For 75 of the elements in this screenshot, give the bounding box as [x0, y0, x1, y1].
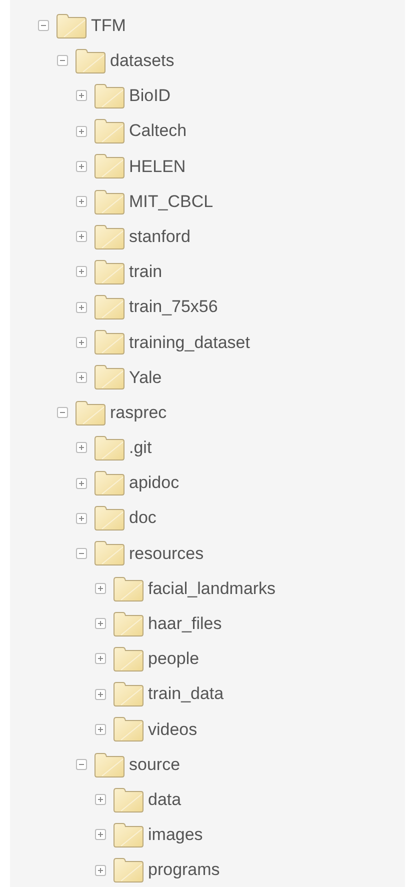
expand-toggle[interactable] — [76, 478, 87, 489]
folder-icon — [113, 576, 144, 602]
expand-toggle[interactable] — [95, 583, 106, 594]
collapse-toggle[interactable] — [76, 548, 87, 559]
folder-icon — [94, 188, 125, 215]
expand-toggle[interactable] — [76, 336, 87, 348]
folder-name[interactable]: rasprec — [110, 400, 167, 426]
folder-icon — [113, 857, 144, 884]
expand-toggle[interactable] — [76, 512, 87, 524]
folder-icon — [94, 329, 125, 356]
folder-name[interactable]: people — [148, 646, 200, 672]
folder-name[interactable]: train_75x56 — [129, 294, 218, 320]
collapse-toggle[interactable] — [76, 759, 87, 770]
folder-name[interactable]: Yale — [129, 364, 162, 390]
expand-toggle[interactable] — [76, 196, 87, 208]
expand-toggle[interactable] — [95, 794, 106, 806]
folder-icon — [113, 786, 144, 813]
folder-name[interactable]: facial_landmarks — [148, 576, 276, 602]
folder-icon — [94, 118, 125, 144]
folder-name[interactable]: HELEN — [129, 154, 186, 180]
folder-name[interactable]: train — [129, 259, 162, 285]
folder-name[interactable]: source — [129, 752, 180, 778]
expand-toggle[interactable] — [95, 688, 106, 700]
folder-name[interactable]: datasets — [110, 48, 174, 74]
folder-icon — [94, 505, 125, 532]
expand-toggle[interactable] — [95, 864, 106, 876]
folder-name[interactable]: MIT_CBCL — [129, 188, 214, 214]
folder-icon — [113, 610, 144, 637]
folder-name[interactable]: resources — [129, 540, 204, 566]
folder-name[interactable]: doc — [129, 505, 156, 531]
folder-icon — [94, 470, 125, 496]
folder-icon — [94, 752, 125, 778]
folder-icon — [56, 12, 87, 39]
folder-icon — [75, 400, 106, 426]
expand-toggle[interactable] — [76, 302, 87, 313]
folder-name[interactable]: Caltech — [129, 118, 187, 144]
folder-icon — [94, 153, 125, 180]
expand-toggle[interactable] — [76, 231, 87, 242]
collapse-toggle[interactable] — [57, 55, 68, 66]
folder-name[interactable]: apidoc — [129, 470, 180, 496]
folder-icon — [94, 434, 125, 461]
folder-name[interactable]: data — [148, 786, 182, 812]
folder-icon — [75, 48, 106, 74]
expand-toggle[interactable] — [76, 442, 87, 454]
folder-icon — [94, 364, 125, 390]
folder-name[interactable]: train_data — [148, 681, 224, 707]
folder-name[interactable]: videos — [148, 716, 198, 742]
folder-icon — [113, 822, 144, 848]
folder-icon — [113, 646, 144, 672]
folder-name[interactable]: stanford — [129, 224, 190, 250]
folder-icon — [94, 258, 125, 285]
expand-toggle[interactable] — [95, 653, 106, 664]
expand-toggle[interactable] — [76, 90, 87, 102]
expand-toggle[interactable] — [76, 266, 87, 278]
folder-name[interactable]: images — [148, 822, 203, 848]
folder-icon — [94, 224, 125, 250]
expand-toggle[interactable] — [95, 829, 106, 840]
expand-toggle[interactable] — [76, 372, 87, 383]
expand-toggle[interactable] — [76, 126, 87, 137]
expand-toggle[interactable] — [76, 160, 87, 172]
folder-icon — [94, 82, 125, 109]
folder-name[interactable]: training_dataset — [129, 330, 250, 356]
folder-name[interactable]: programs — [148, 857, 220, 883]
folder-icon — [113, 681, 144, 708]
folder-icon — [113, 716, 144, 742]
folder-name[interactable]: BioID — [129, 83, 171, 109]
folder-icon — [94, 294, 125, 320]
collapse-toggle[interactable] — [57, 407, 68, 418]
collapse-toggle[interactable] — [38, 20, 49, 32]
folder-name[interactable]: .git — [129, 435, 152, 461]
expand-toggle[interactable] — [95, 724, 106, 735]
folder-name[interactable]: haar_files — [148, 611, 222, 637]
expand-toggle[interactable] — [95, 618, 106, 630]
folder-name[interactable]: TFM — [91, 12, 126, 38]
folder-icon — [94, 540, 125, 566]
